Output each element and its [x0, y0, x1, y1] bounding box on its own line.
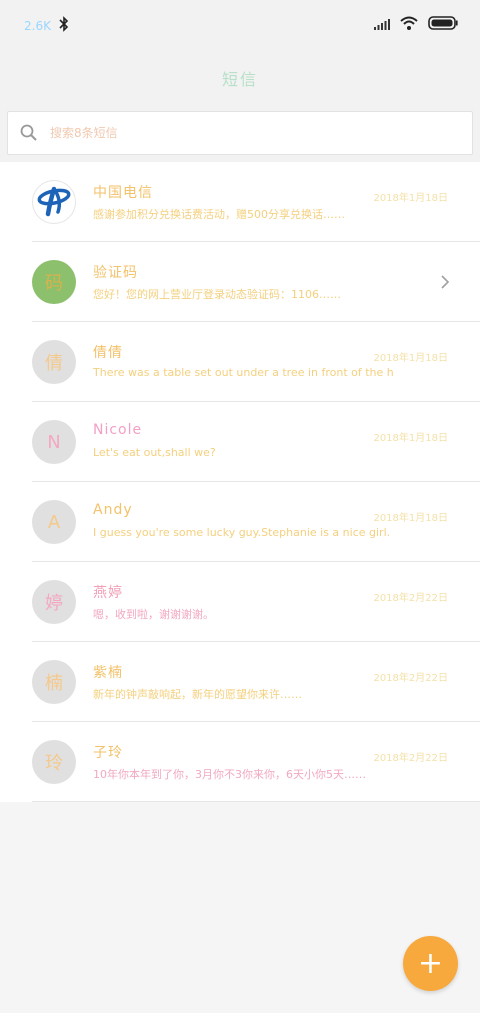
conversation-item[interactable]: A Andy 2018年1月18日 I guess you're some lu… [0, 482, 480, 562]
status-bar: 2.6K [0, 0, 480, 50]
divider [32, 801, 480, 802]
avatar: 倩 [32, 340, 76, 384]
plus-icon: + [417, 945, 444, 981]
message-time: 2018年1月18日 [373, 433, 448, 444]
search-bar: 搜索8条短信 [0, 104, 480, 162]
message-preview: There was a table set out under a tree i… [93, 366, 393, 379]
message-time: 2018年2月22日 [373, 753, 448, 764]
message-preview: Let's eat out,shall we? [93, 446, 216, 459]
search-input[interactable]: 搜索8条短信 [7, 111, 473, 155]
message-time: 2018年1月18日 [373, 353, 448, 364]
contact-name: 子玲 [93, 745, 123, 761]
message-preview: I guess you're some lucky guy.Stephanie … [93, 526, 391, 539]
status-right [374, 15, 458, 34]
network-speed: 2.6K [24, 19, 51, 33]
conversation-item[interactable]: N Nicole 2018年1月18日 Let's eat out,shall … [0, 402, 480, 482]
message-preview: 新年的钟声敲响起，新年的愿望你来许…… [93, 688, 302, 701]
contact-name: 中国电信 [93, 185, 153, 201]
contact-name: 验证码 [93, 265, 138, 281]
message-preview: 10年你本年到了你，3月你不3你来你，6天小你5天…… [93, 768, 366, 781]
avatar: 玲 [32, 740, 76, 784]
avatar-text: 玲 [45, 753, 63, 774]
status-left: 2.6K [24, 16, 69, 36]
contact-name: 倩倩 [93, 345, 123, 361]
conversation-item[interactable]: 婷 燕婷 2018年2月22日 嗯，收到啦，谢谢谢谢。 [0, 562, 480, 642]
avatar: 婷 [32, 580, 76, 624]
contact-name: 燕婷 [93, 585, 123, 601]
avatar: N [32, 420, 76, 464]
avatar: 楠 [32, 660, 76, 704]
avatar-text: 婷 [45, 593, 63, 614]
conversation-item[interactable]: 楠 紫楠 2018年2月22日 新年的钟声敲响起，新年的愿望你来许…… [0, 642, 480, 722]
conversation-item[interactable]: 倩 倩倩 2018年1月18日 There was a table set ou… [0, 322, 480, 402]
signal-icon [374, 15, 390, 34]
avatar [32, 180, 76, 224]
message-preview: 嗯，收到啦，谢谢谢谢。 [93, 608, 214, 621]
avatar-text: N [47, 431, 61, 453]
new-message-button[interactable]: + [403, 936, 458, 991]
bluetooth-icon [59, 16, 69, 36]
chevron-right-icon [440, 274, 450, 294]
avatar: 码 [32, 260, 76, 304]
message-time: 2018年1月18日 [373, 193, 448, 204]
message-preview: 感谢参加积分兑换话费活动，赠500分享兑换话…… [93, 208, 345, 221]
page-title: 短信 [221, 70, 258, 89]
avatar: A [32, 500, 76, 544]
avatar-text: 楠 [45, 673, 63, 694]
conversation-item[interactable]: 中国电信 2018年1月18日 感谢参加积分兑换话费活动，赠500分享兑换话…… [0, 162, 480, 242]
search-icon [20, 124, 37, 145]
avatar-text: A [47, 511, 61, 533]
avatar-text: 码 [45, 273, 63, 294]
message-preview: 您好！您的网上营业厅登录动态验证码：1106…… [93, 288, 341, 301]
conversation-list: 中国电信 2018年1月18日 感谢参加积分兑换话费活动，赠500分享兑换话……… [0, 162, 480, 802]
conversation-item[interactable]: 码 验证码 您好！您的网上营业厅登录动态验证码：1106…… [0, 242, 480, 322]
avatar-text: 倩 [45, 353, 63, 374]
message-time: 2018年2月22日 [373, 593, 448, 604]
contact-name: 紫楠 [93, 665, 123, 681]
app-bar: 短信 [0, 50, 480, 104]
conversation-item[interactable]: 玲 子玲 2018年2月22日 10年你本年到了你，3月你不3你来你，6天小你5… [0, 722, 480, 802]
contact-name: Nicole [93, 422, 143, 438]
wifi-icon [400, 15, 418, 34]
message-time: 2018年2月22日 [373, 673, 448, 684]
message-time: 2018年1月18日 [373, 513, 448, 524]
telecom-logo-icon [34, 181, 74, 223]
search-placeholder: 搜索8条短信 [50, 126, 118, 140]
battery-icon [428, 15, 458, 34]
contact-name: Andy [93, 502, 133, 518]
